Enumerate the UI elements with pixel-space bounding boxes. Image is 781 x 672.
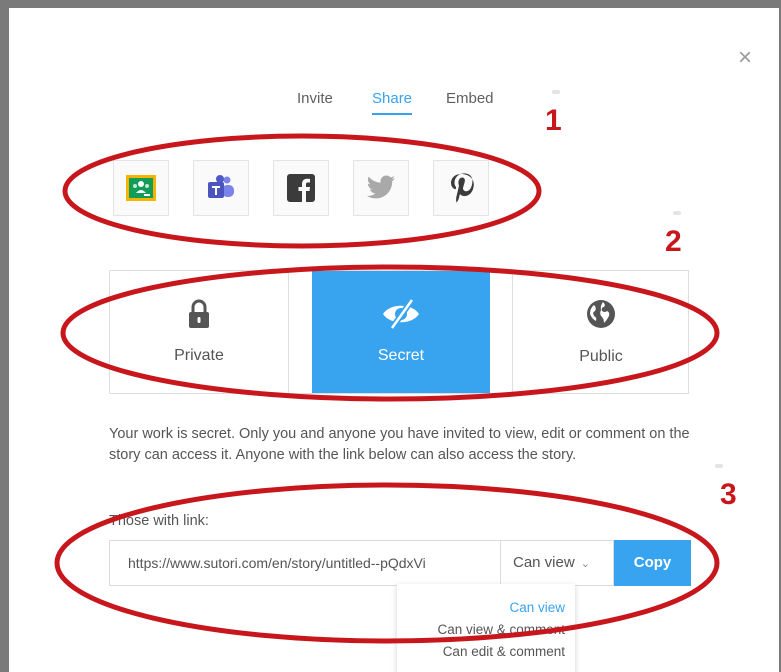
chevron-down-icon: ⌄	[580, 558, 590, 570]
lock-icon	[189, 299, 209, 328]
visibility-secret-label: Secret	[377, 347, 425, 364]
share-modal: × Invite Share Embed Private Secret Publ…	[9, 8, 779, 672]
permission-option-can-view-comment[interactable]: Can view & comment	[437, 622, 565, 637]
google-classroom-icon	[126, 175, 156, 201]
annotation-marker-1: 1	[545, 104, 562, 137]
visibility-secret[interactable]: Secret	[312, 271, 490, 393]
annotation-marker-2: 2	[665, 225, 682, 258]
twitter-icon	[366, 175, 395, 199]
globe-icon	[587, 300, 615, 328]
handle-dot	[552, 90, 560, 94]
permission-option-can-view[interactable]: Can view	[509, 600, 565, 615]
tab-share[interactable]: Share	[372, 90, 413, 115]
permission-select-value: Can view	[513, 554, 575, 571]
annotation-marker-3: 3	[720, 478, 737, 511]
permission-select[interactable]: Can view ⌄	[501, 540, 614, 586]
facebook-button[interactable]	[273, 160, 329, 216]
visibility-private-label: Private	[174, 347, 224, 364]
link-label: Those with link:	[109, 513, 209, 529]
share-link-row: https://www.sutori.com/en/story/untitled…	[109, 540, 691, 586]
share-url-field[interactable]: https://www.sutori.com/en/story/untitled…	[109, 540, 501, 586]
visibility-public[interactable]: Public	[512, 271, 689, 393]
visibility-private[interactable]: Private	[110, 271, 289, 393]
tab-invite[interactable]: Invite	[297, 90, 333, 107]
facebook-icon	[287, 174, 315, 202]
handle-dot	[673, 211, 681, 215]
visibility-description: Your work is secret. Only you and anyone…	[109, 426, 690, 463]
copy-button[interactable]: Copy	[614, 540, 691, 586]
teams-button[interactable]	[193, 160, 249, 216]
teams-icon	[208, 175, 234, 198]
eye-slash-icon	[383, 299, 419, 329]
permission-option-can-edit-comment[interactable]: Can edit & comment	[443, 644, 565, 659]
close-icon[interactable]: ×	[735, 46, 755, 70]
permission-dropdown: Can view Can view & comment Can edit & c…	[397, 584, 575, 672]
google-classroom-button[interactable]	[113, 160, 169, 216]
pinterest-icon	[451, 173, 474, 203]
pinterest-button[interactable]	[433, 160, 489, 216]
visibility-public-label: Public	[579, 348, 623, 365]
share-buttons	[113, 160, 493, 218]
visibility-selector: Private Secret Public	[109, 270, 689, 394]
tab-bar: Invite Share Embed	[9, 90, 779, 118]
twitter-button[interactable]	[353, 160, 409, 216]
tab-embed[interactable]: Embed	[446, 90, 494, 107]
handle-dot	[715, 464, 723, 468]
